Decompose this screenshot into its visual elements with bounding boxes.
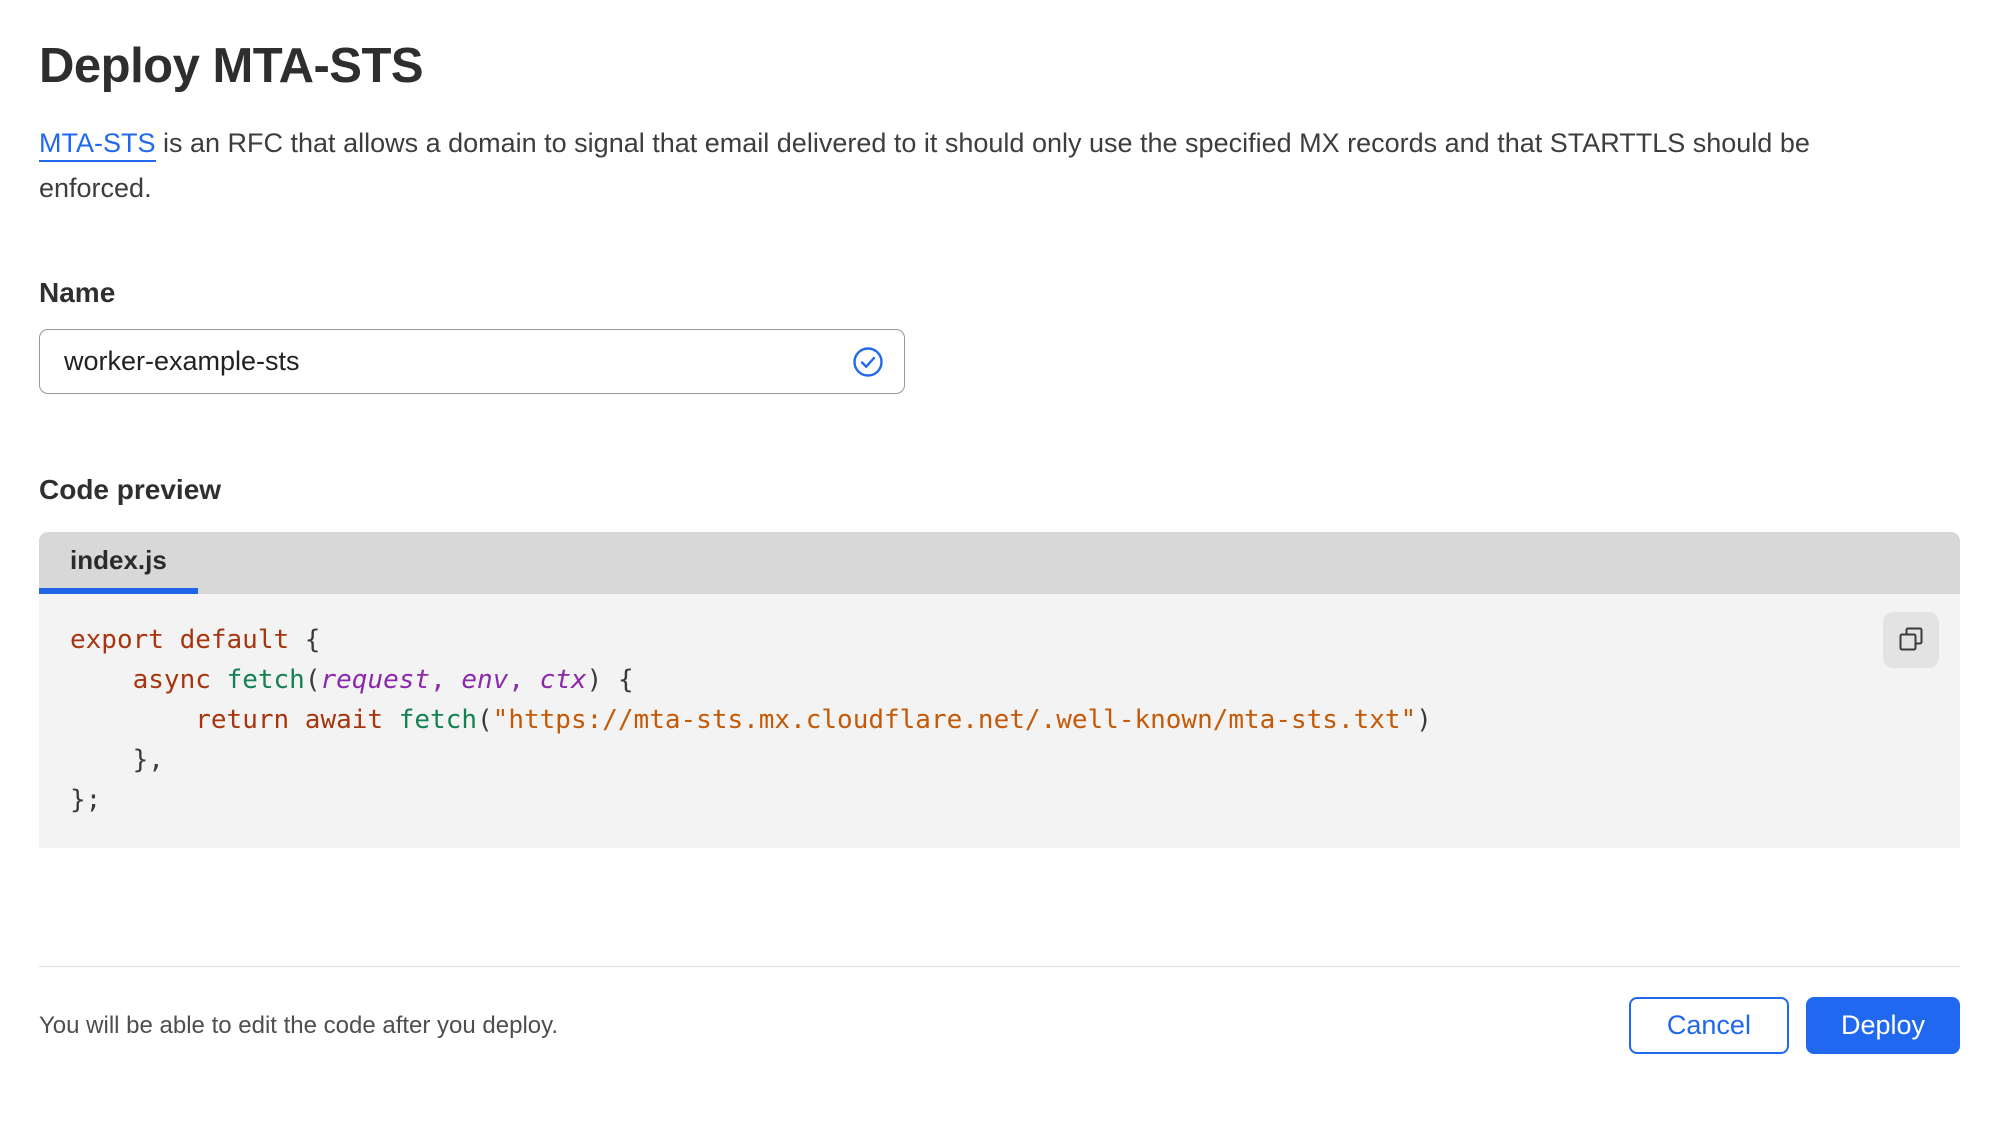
cancel-button[interactable]: Cancel (1628, 997, 1789, 1054)
footer-divider (39, 966, 1960, 967)
tab-index-js[interactable]: index.js (39, 532, 198, 594)
name-label: Name (39, 277, 116, 308)
code-preview-card: index.js export default { async fetch(re… (39, 532, 1960, 848)
code-content: export default { async fetch(request, en… (70, 625, 1432, 815)
copy-icon (1896, 624, 1926, 657)
description: MTA-STS is an RFC that allows a domain t… (39, 121, 1929, 211)
code-area: export default { async fetch(request, en… (39, 594, 1960, 848)
page-title: Deploy MTA-STS (39, 39, 424, 93)
name-input-wrapper (39, 329, 905, 394)
copy-button[interactable] (1883, 612, 1939, 668)
name-input[interactable] (39, 329, 905, 394)
deploy-mta-sts-page: Deploy MTA-STS MTA-STS is an RFC that al… (0, 38, 1999, 1054)
footer: You will be able to edit the code after … (39, 997, 1960, 1054)
footer-actions: Cancel Deploy (1628, 997, 1960, 1054)
code-preview-label: Code preview (39, 474, 222, 505)
deploy-note: You will be able to edit the code after … (39, 1011, 559, 1039)
deploy-button[interactable]: Deploy (1805, 997, 1960, 1054)
tab-label: index.js (70, 544, 167, 575)
check-circle-icon (851, 345, 885, 379)
description-text: is an RFC that allows a domain to signal… (39, 128, 1810, 203)
mta-sts-link[interactable]: MTA-STS (39, 128, 156, 162)
code-tab-bar: index.js (39, 532, 1960, 594)
